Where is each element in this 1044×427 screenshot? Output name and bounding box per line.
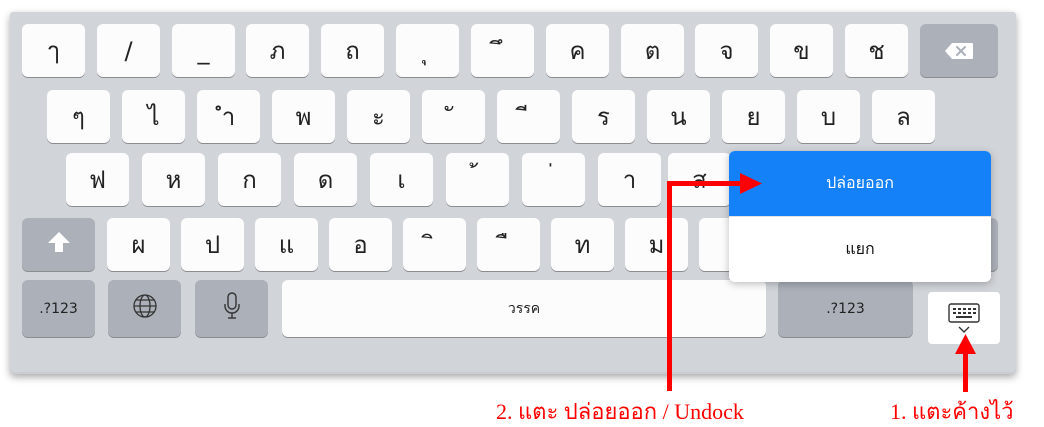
key-row1-9[interactable]: ต: [621, 24, 684, 77]
shift-key[interactable]: [22, 218, 95, 271]
numbers-key-right[interactable]: .?123: [778, 280, 913, 337]
annotation-line-vertical-1: [963, 352, 968, 392]
microphone-key[interactable]: [195, 280, 268, 337]
key-row3-1[interactable]: ฟ: [66, 153, 129, 206]
key-row2-10[interactable]: ย: [722, 90, 785, 143]
key-row4-7[interactable]: ท: [551, 218, 614, 271]
numbers-key-left[interactable]: .?123: [22, 280, 95, 337]
key-row2-9[interactable]: น: [647, 90, 710, 143]
key-row3-5[interactable]: เ: [370, 153, 433, 206]
key-row2-2[interactable]: ไ: [122, 90, 185, 143]
annotation-line-vertical-2: [667, 181, 672, 391]
key-row1-2[interactable]: /: [97, 24, 160, 77]
annotation-step1-label: 1. แตะค้างไว้: [890, 399, 1014, 424]
key-row4-8[interactable]: ม: [625, 218, 688, 271]
key-row2-12[interactable]: ล: [872, 90, 935, 143]
key-row1-6[interactable]: ุ: [396, 24, 459, 77]
key-row4-5[interactable]: ิ: [403, 218, 466, 271]
annotation-line-horizontal-2: [667, 181, 747, 186]
key-row4-1[interactable]: ผ: [107, 218, 170, 271]
key-row2-6[interactable]: ั: [422, 90, 485, 143]
key-row3-6[interactable]: ้: [446, 153, 509, 206]
key-row4-6[interactable]: ื: [477, 218, 540, 271]
key-row1-12[interactable]: ช: [845, 24, 908, 77]
undock-option[interactable]: ปล่อยออก: [729, 151, 991, 216]
key-row1-4[interactable]: ภ: [246, 24, 309, 77]
key-row4-3[interactable]: แ: [255, 218, 318, 271]
key-row1-10[interactable]: จ: [695, 24, 758, 77]
key-row2-4[interactable]: พ: [272, 90, 335, 143]
key-row3-3[interactable]: ก: [218, 153, 281, 206]
globe-icon: [132, 293, 158, 325]
key-row3-2[interactable]: ห: [142, 153, 205, 206]
annotation-step2-label: 2. แตะ ปล่อยออก / Undock: [496, 399, 744, 424]
key-row2-11[interactable]: บ: [797, 90, 860, 143]
key-row1-1[interactable]: ๅ: [22, 24, 85, 77]
key-row1-3[interactable]: _: [172, 24, 235, 77]
key-row1-11[interactable]: ข: [770, 24, 833, 77]
microphone-icon: [223, 291, 241, 326]
keyboard-options-popup: ปล่อยออก แยก: [729, 151, 991, 282]
key-row3-7[interactable]: ่: [522, 153, 585, 206]
key-row1-5[interactable]: ถ: [321, 24, 384, 77]
key-row2-1[interactable]: ๆ: [47, 90, 110, 143]
key-row3-8[interactable]: า: [598, 153, 661, 206]
key-row3-9[interactable]: ส: [668, 153, 731, 206]
backspace-icon: [944, 42, 974, 60]
annotation-arrowhead-2: [740, 173, 762, 194]
key-row1-8[interactable]: ค: [546, 24, 609, 77]
key-row2-8[interactable]: ร: [572, 90, 635, 143]
annotation-arrowhead-1: [955, 334, 976, 354]
space-bar[interactable]: วรรค: [282, 280, 766, 337]
key-row2-7[interactable]: ี: [497, 90, 560, 143]
split-option[interactable]: แยก: [729, 216, 991, 281]
key-row3-4[interactable]: ด: [294, 153, 357, 206]
key-row4-4[interactable]: อ: [329, 218, 392, 271]
shift-arrow-icon: [47, 231, 71, 259]
key-row1-7[interactable]: ึ: [471, 24, 534, 77]
key-row4-2[interactable]: ป: [181, 218, 244, 271]
key-row2-3[interactable]: ำ: [197, 90, 260, 143]
delete-key[interactable]: [920, 24, 998, 77]
globe-key[interactable]: [108, 280, 181, 337]
key-row2-5[interactable]: ะ: [347, 90, 410, 143]
